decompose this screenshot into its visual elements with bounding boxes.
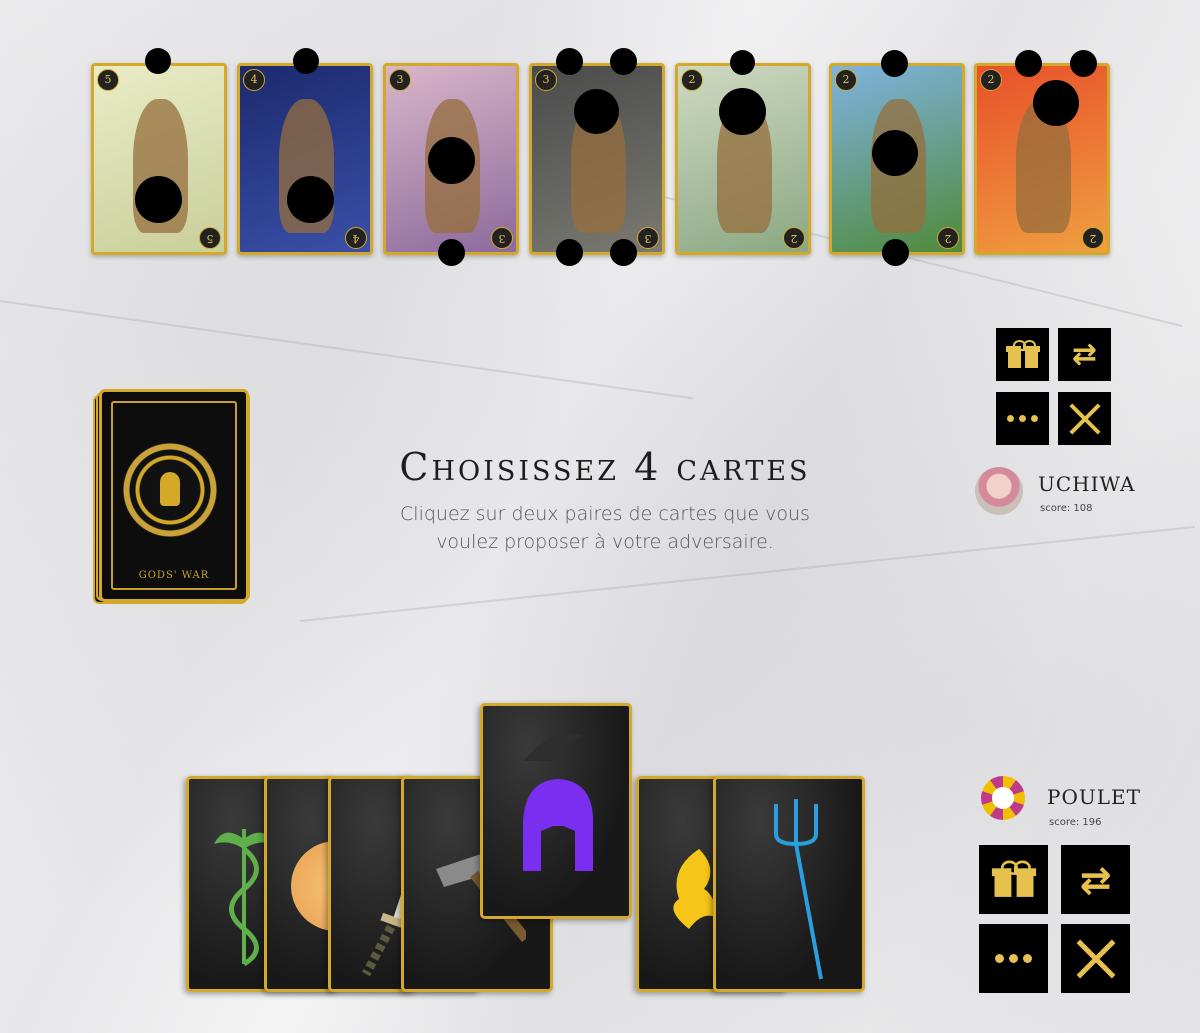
- opponent-score: score: 108: [1040, 503, 1093, 514]
- subtitle-line: Cliquez sur deux paires de cartes que vo…: [400, 503, 810, 525]
- instruction-subtitle: Cliquez sur deux paires de cartes que vo…: [340, 500, 870, 556]
- card-rank: 3: [491, 227, 513, 249]
- token-marker: [719, 88, 766, 135]
- hand-card-helmet[interactable]: [480, 703, 632, 919]
- card-rank: 5: [199, 227, 221, 249]
- player-more-button[interactable]: [979, 924, 1048, 993]
- player-avatar: [981, 776, 1025, 820]
- card-rank: 2: [835, 69, 857, 91]
- token-marker: [730, 50, 755, 75]
- swap-icon: ⇄: [1071, 336, 1098, 372]
- token-marker: [287, 176, 334, 223]
- token-marker: [881, 50, 908, 77]
- token-marker: [293, 48, 319, 74]
- token-marker: [1015, 50, 1042, 77]
- token-marker: [610, 48, 637, 75]
- token-marker: [574, 89, 619, 134]
- rooster-icon: [992, 787, 1014, 809]
- gift-icon: [1005, 339, 1040, 368]
- trident-icon: [774, 799, 823, 980]
- token-marker: [1070, 50, 1097, 77]
- card-rank: 2: [980, 69, 1002, 91]
- token-marker: [438, 239, 465, 266]
- spartan-helmet-icon: [160, 472, 180, 506]
- card-deck[interactable]: GODS' WAR: [99, 389, 249, 602]
- token-marker: [1033, 80, 1079, 126]
- token-marker: [556, 48, 583, 75]
- token-marker: [145, 48, 171, 74]
- card-rank: 3: [389, 69, 411, 91]
- player-swap-button[interactable]: ⇄: [1061, 845, 1130, 914]
- card-rank: 2: [783, 227, 805, 249]
- marble-vein: [0, 300, 694, 400]
- player-name: POULET: [1047, 785, 1141, 809]
- card-rank: 2: [937, 227, 959, 249]
- opponent-more-button[interactable]: [996, 392, 1049, 445]
- more-icon: [995, 954, 1032, 963]
- card-rank: 2: [681, 69, 703, 91]
- deck-label: GODS' WAR: [138, 570, 210, 581]
- more-icon: [1007, 415, 1038, 422]
- spartan-helmet-icon: [523, 733, 594, 871]
- token-marker: [428, 137, 475, 184]
- token-marker: [872, 130, 918, 176]
- hand-card-trident[interactable]: [713, 776, 865, 992]
- card-rank: 5: [97, 69, 119, 91]
- swap-icon: ⇄: [1079, 857, 1112, 902]
- opponent-name: UCHIWA: [1038, 472, 1136, 496]
- card-rank: 2: [1082, 227, 1104, 249]
- card-rank: 3: [535, 69, 557, 91]
- player-gift-button[interactable]: [979, 845, 1048, 914]
- god-card-zeus[interactable]: 5 5: [91, 63, 227, 255]
- player-score: score: 196: [1049, 817, 1102, 828]
- gift-icon: [991, 860, 1036, 897]
- token-marker: [556, 239, 583, 266]
- token-marker: [610, 239, 637, 266]
- god-card-poseidon[interactable]: 4 4: [237, 63, 373, 255]
- opponent-gift-button[interactable]: [996, 328, 1049, 381]
- opponent-avatar: [975, 467, 1023, 515]
- card-rank: 4: [243, 69, 265, 91]
- close-icon: [1069, 403, 1101, 435]
- player-close-button[interactable]: [1061, 924, 1130, 993]
- card-rank: 4: [345, 227, 367, 249]
- token-marker: [135, 176, 182, 223]
- subtitle-line: voulez proposer à votre adversaire.: [436, 531, 774, 553]
- close-icon: [1076, 939, 1116, 979]
- opponent-close-button[interactable]: [1058, 392, 1111, 445]
- token-marker: [882, 239, 909, 266]
- card-rank: 3: [637, 227, 659, 249]
- opponent-swap-button[interactable]: ⇄: [1058, 328, 1111, 381]
- instruction-title: Choisissez 4 cartes: [399, 445, 811, 489]
